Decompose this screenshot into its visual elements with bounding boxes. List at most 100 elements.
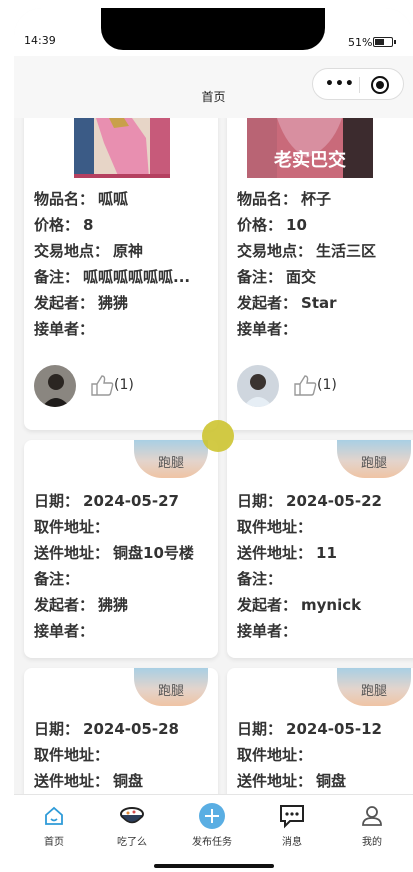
errand-badge: 跑腿 xyxy=(134,668,208,706)
like-button[interactable]: (1) xyxy=(90,374,134,396)
errand-badge: 跑腿 xyxy=(337,440,411,478)
errand-badge: 跑腿 xyxy=(134,440,208,478)
taker-line: 接单者： xyxy=(34,318,214,339)
tab-bar: 首页 吃了么 发布任务 消息 我的 xyxy=(14,794,413,872)
delivery-value: 铜盘 xyxy=(113,772,144,790)
badge-label: 跑腿 xyxy=(360,456,387,471)
phone-screen: 14:39 51% 首页 ••• 物品名： 呱呱 价格： 8 交易地点： 原神 … xyxy=(14,8,413,872)
battery-icon xyxy=(373,37,393,47)
pink-figure-image xyxy=(74,118,170,178)
place-value: 原神 xyxy=(113,242,144,260)
initiator-line: 发起者： Star xyxy=(237,292,413,313)
battery-level: 51% xyxy=(348,36,373,49)
status-bar: 14:39 51% xyxy=(14,8,413,56)
date-label: 日期： xyxy=(237,720,283,738)
delivery-line: 送件地址： 铜盘 xyxy=(34,770,214,791)
note-line: 备注： xyxy=(34,568,214,589)
tab-label: 首页 xyxy=(44,837,64,848)
badge-label: 跑腿 xyxy=(157,684,184,699)
delivery-line: 送件地址： 11 xyxy=(237,542,413,563)
date-value: 2024-05-28 xyxy=(83,720,179,738)
tab-home[interactable]: 首页 xyxy=(24,801,84,848)
close-target-icon[interactable] xyxy=(371,76,389,94)
tab-mine[interactable]: 我的 xyxy=(342,801,402,848)
date-value: 2024-05-22 xyxy=(286,492,382,510)
date-line: 日期： 2024-05-28 xyxy=(34,718,214,739)
home-icon xyxy=(45,806,63,825)
thumbs-up-icon xyxy=(294,375,317,396)
tab-messages[interactable]: 消息 xyxy=(262,801,322,848)
more-icon[interactable]: ••• xyxy=(325,76,355,92)
tab-label: 发布任务 xyxy=(192,837,232,848)
thumbs-up-icon xyxy=(91,375,114,396)
price-label: 价格： xyxy=(34,216,80,234)
tab-label: 消息 xyxy=(282,837,302,848)
date-label: 日期： xyxy=(34,720,80,738)
initiator-line: 发起者： 狒狒 xyxy=(34,594,214,615)
pickup-line: 取件地址： xyxy=(34,516,214,537)
touch-indicator xyxy=(202,420,234,452)
image-caption: 老实巴交 xyxy=(274,150,346,171)
taker-label: 接单者： xyxy=(34,622,95,640)
pickup-label: 取件地址： xyxy=(34,746,110,764)
badge-label: 跑腿 xyxy=(360,684,387,699)
item-image: 老实巴交 xyxy=(247,118,373,178)
tab-label: 我的 xyxy=(362,837,382,848)
initiator-value: Star xyxy=(301,294,337,312)
date-line: 日期： 2024-05-22 xyxy=(237,490,413,511)
item-name-label: 物品名： xyxy=(237,190,298,208)
pickup-line: 取件地址： xyxy=(237,516,413,537)
place-value: 生活三区 xyxy=(316,242,377,260)
pickup-label: 取件地址： xyxy=(237,746,313,764)
taker-label: 接单者： xyxy=(237,320,298,338)
status-time: 14:39 xyxy=(24,34,56,47)
initiator-value: mynick xyxy=(301,596,362,614)
plus-circle-icon xyxy=(199,803,225,829)
date-value: 2024-05-12 xyxy=(286,720,382,738)
badge-label: 跑腿 xyxy=(157,456,184,471)
pickup-line: 取件地址： xyxy=(237,744,413,765)
note-label: 备注： xyxy=(34,268,80,286)
tab-food[interactable]: 吃了么 xyxy=(102,801,162,848)
chat-icon xyxy=(280,805,304,829)
delivery-line: 送件地址： 铜盘 xyxy=(237,770,413,791)
user-icon xyxy=(362,806,382,826)
like-count: (1) xyxy=(317,377,337,393)
taker-line: 接单者： xyxy=(237,620,413,641)
errand-card[interactable]: 跑腿 日期： 2024-05-12 取件地址： 送件地址： 铜盘 xyxy=(227,668,413,794)
item-name-value: 呱呱 xyxy=(98,190,129,208)
home-indicator[interactable] xyxy=(154,864,274,868)
taker-label: 接单者： xyxy=(237,622,298,640)
delivery-line: 送件地址： 铜盘10号楼 xyxy=(34,542,214,563)
tab-label: 吃了么 xyxy=(117,837,147,848)
pickup-label: 取件地址： xyxy=(237,518,313,536)
avatar[interactable] xyxy=(34,365,76,407)
item-name-line: 物品名： 呱呱 xyxy=(34,188,214,209)
errand-card[interactable]: 跑腿 日期： 2024-05-22 取件地址： 送件地址： 11 备注： 发起者： m… xyxy=(227,440,413,658)
price-label: 价格： xyxy=(237,216,283,234)
trade-card[interactable]: 老实巴交 物品名： 杯子 价格： 10 交易地点： 生活三区 备注： 面交 发起者： St… xyxy=(227,118,413,430)
feed[interactable]: 物品名： 呱呱 价格： 8 交易地点： 原神 备注： 呱呱呱呱呱呱... 发起者： 狒狒 … xyxy=(14,118,413,794)
initiator-value: 狒狒 xyxy=(98,596,129,614)
date-label: 日期： xyxy=(34,492,80,510)
tab-publish[interactable]: 发布任务 xyxy=(182,801,242,848)
delivery-label: 送件地址： xyxy=(34,772,110,790)
place-label: 交易地点： xyxy=(34,242,110,260)
note-label: 备注： xyxy=(237,570,283,588)
avatar[interactable] xyxy=(237,365,279,407)
initiator-value: 狒狒 xyxy=(98,294,129,312)
like-button[interactable]: (1) xyxy=(293,374,337,396)
delivery-label: 送件地址： xyxy=(237,772,313,790)
note-label: 备注： xyxy=(34,570,80,588)
date-line: 日期： 2024-05-27 xyxy=(34,490,214,511)
errand-badge: 跑腿 xyxy=(337,668,411,706)
trade-card[interactable]: 物品名： 呱呱 价格： 8 交易地点： 原神 备注： 呱呱呱呱呱呱... 发起者： 狒狒 … xyxy=(24,118,218,430)
errand-card[interactable]: 跑腿 日期：2024-05-28 取件地址： 送件地址：铜盘 备注： xyxy=(24,668,218,794)
note-line: 备注： 呱呱呱呱呱呱... xyxy=(34,266,214,287)
errand-card[interactable]: 跑腿 日期： 2024-05-27 取件地址： 送件地址： 铜盘10号楼 备注： 发… xyxy=(24,440,218,658)
pickup-line: 取件地址： xyxy=(34,744,214,765)
food-bowl-icon xyxy=(120,807,144,824)
price-value: 10 xyxy=(286,216,307,234)
like-count: (1) xyxy=(114,377,134,393)
initiator-label: 发起者： xyxy=(34,596,95,614)
